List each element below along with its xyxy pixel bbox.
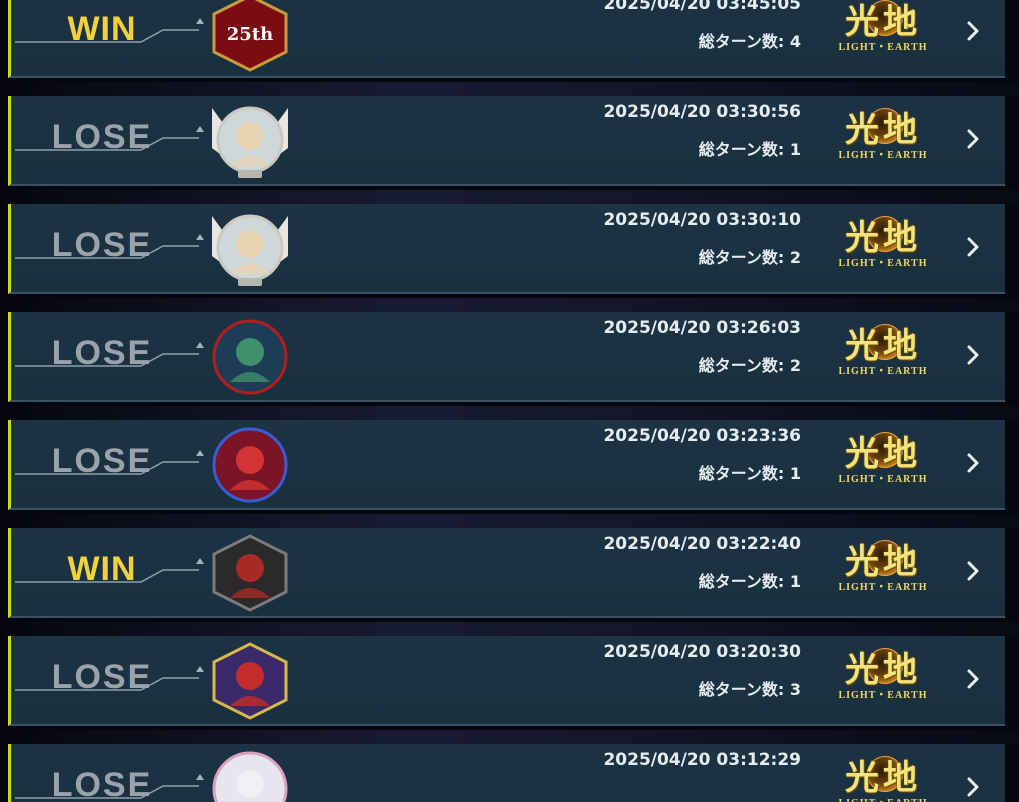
attribute-kanji: 光地 (845, 758, 921, 798)
blonde-girl-winged-avatar-icon (212, 106, 288, 178)
match-row[interactable]: LOSE 2025/04/20 03:30:56 総ターン数: 1 光地 LIGHT・E… (8, 96, 1005, 186)
match-row[interactable]: LOSE 2025/04/20 03:20:30 総ターン数: 3 光地 LIGHT・E… (8, 636, 1005, 726)
result-block: LOSE (13, 96, 213, 186)
deck-attribute-badge: 光地LIGHT・EARTH (831, 642, 935, 702)
match-datetime: 2025/04/20 03:45:05 (603, 0, 801, 14)
background-streak (0, 730, 1019, 744)
attribute-kanji: 光地 (845, 542, 921, 582)
match-result-label: WIN (67, 550, 137, 588)
background-streak (0, 82, 1019, 96)
result-block: LOSE (13, 636, 213, 726)
attribute-english-label: LIGHT・EARTH (838, 42, 928, 53)
deck-attribute-badge: 光地LIGHT・EARTH (831, 210, 935, 270)
chevron-right-icon[interactable] (961, 16, 985, 46)
attribute-english-label: LIGHT・EARTH (838, 474, 928, 485)
attribute-kanji: 光地 (845, 2, 921, 42)
match-datetime: 2025/04/20 03:23:36 (603, 426, 801, 446)
deck-attribute-badge: 光地LIGHT・EARTH (831, 318, 935, 378)
result-block: LOSE (13, 744, 213, 802)
total-turns-label: 総ターン数: 2 (698, 248, 801, 267)
deck-attribute-badge: 光地LIGHT・EARTH (831, 750, 935, 802)
deck-attribute-badge: 光地LIGHT・EARTH (831, 426, 935, 486)
match-result-label: LOSE (51, 658, 153, 696)
result-block: LOSE (13, 204, 213, 294)
chevron-right-icon[interactable] (961, 232, 985, 262)
result-block: LOSE (13, 312, 213, 402)
attribute-english-label: LIGHT・EARTH (838, 690, 928, 701)
match-datetime: 2025/04/20 03:30:56 (603, 102, 801, 122)
chevron-right-icon[interactable] (961, 448, 985, 478)
deck-attribute-badge: 光地LIGHT・EARTH (831, 0, 935, 54)
total-turns-label: 総ターン数: 2 (698, 356, 801, 375)
green-haired-boy-avatar-icon (212, 319, 288, 395)
white-flower-girl-avatar-icon (212, 751, 288, 802)
attribute-kanji: 光地 (845, 218, 921, 258)
total-turns-label: 総ターン数: 3 (698, 680, 801, 699)
match-row[interactable]: LOSE 2025/04/20 03:30:10 総ターン数: 2 光地 LIGHT・E… (8, 204, 1005, 294)
match-datetime: 2025/04/20 03:22:40 (603, 534, 801, 554)
chevron-right-icon[interactable] (961, 664, 985, 694)
result-block: WIN (13, 0, 213, 78)
blonde-girl-winged-avatar-icon (212, 214, 288, 286)
yugioh-25th-anniversary-icon: 25th (212, 0, 288, 72)
total-turns-label: 総ターン数: 1 (698, 464, 801, 483)
deck-attribute-badge: 光地LIGHT・EARTH (831, 534, 935, 594)
match-datetime: 2025/04/20 03:12:29 (603, 750, 801, 770)
red-haired-girl-avatar-icon (212, 427, 288, 503)
match-result-label: LOSE (51, 226, 153, 264)
total-turns-label: 総ターン数: 1 (698, 572, 801, 591)
match-datetime: 2025/04/20 03:20:30 (603, 642, 801, 662)
attribute-english-label: LIGHT・EARTH (838, 150, 928, 161)
match-row[interactable]: LOSE 2025/04/20 03:23:36 総ターン数: 1 光地 LIGHT・E… (8, 420, 1005, 510)
attribute-english-label: LIGHT・EARTH (838, 258, 928, 269)
attribute-english-label: LIGHT・EARTH (831, 794, 935, 802)
background-streak (0, 622, 1019, 636)
match-row[interactable]: LOSE 2025/04/20 03:26:03 総ターン数: 2 光地 LIGHT・E… (8, 312, 1005, 402)
chevron-right-icon[interactable] (961, 340, 985, 370)
attribute-kanji: 光地 (845, 110, 921, 150)
chevron-right-icon[interactable] (961, 772, 985, 802)
match-datetime: 2025/04/20 03:26:03 (603, 318, 801, 338)
total-turns-label: 総ターン数: 1 (698, 140, 801, 159)
background-streak (0, 406, 1019, 420)
background-streak (0, 514, 1019, 528)
attribute-english-label: LIGHT・EARTH (838, 582, 928, 593)
match-row[interactable]: WIN 25th 2025/04/20 03:45:05 総ターン数: 4 光地 LIGH… (8, 0, 1005, 78)
attribute-kanji: 光地 (845, 650, 921, 690)
red-hood-girl-avatar-icon (212, 642, 288, 720)
background-streak (0, 190, 1019, 204)
result-block: LOSE (13, 420, 213, 510)
match-result-label: LOSE (51, 334, 153, 372)
match-result-label: LOSE (51, 118, 153, 156)
total-turns-label: 総ターン数: 4 (698, 32, 801, 51)
deck-attribute-badge: 光地LIGHT・EARTH (831, 102, 935, 162)
background-streak (0, 298, 1019, 312)
attribute-english-label: LIGHT・EARTH (838, 366, 928, 377)
svg-text:25th: 25th (227, 24, 273, 45)
match-result-label: LOSE (51, 766, 153, 802)
match-result-label: WIN (67, 10, 137, 48)
chevron-right-icon[interactable] (961, 556, 985, 586)
result-block: WIN (13, 528, 213, 618)
attribute-kanji: 光地 (845, 326, 921, 366)
attribute-kanji: 光地 (845, 434, 921, 474)
match-datetime: 2025/04/20 03:30:10 (603, 210, 801, 230)
red-cap-goggles-avatar-icon (212, 534, 288, 612)
chevron-right-icon[interactable] (961, 124, 985, 154)
match-row[interactable]: WIN 2025/04/20 03:22:40 総ターン数: 1 光地 LIGHT・EA… (8, 528, 1005, 618)
match-result-label: LOSE (51, 442, 153, 480)
match-row[interactable]: LOSE 2025/04/20 03:12:29 光地LIGHT・EARTH (8, 744, 1005, 802)
